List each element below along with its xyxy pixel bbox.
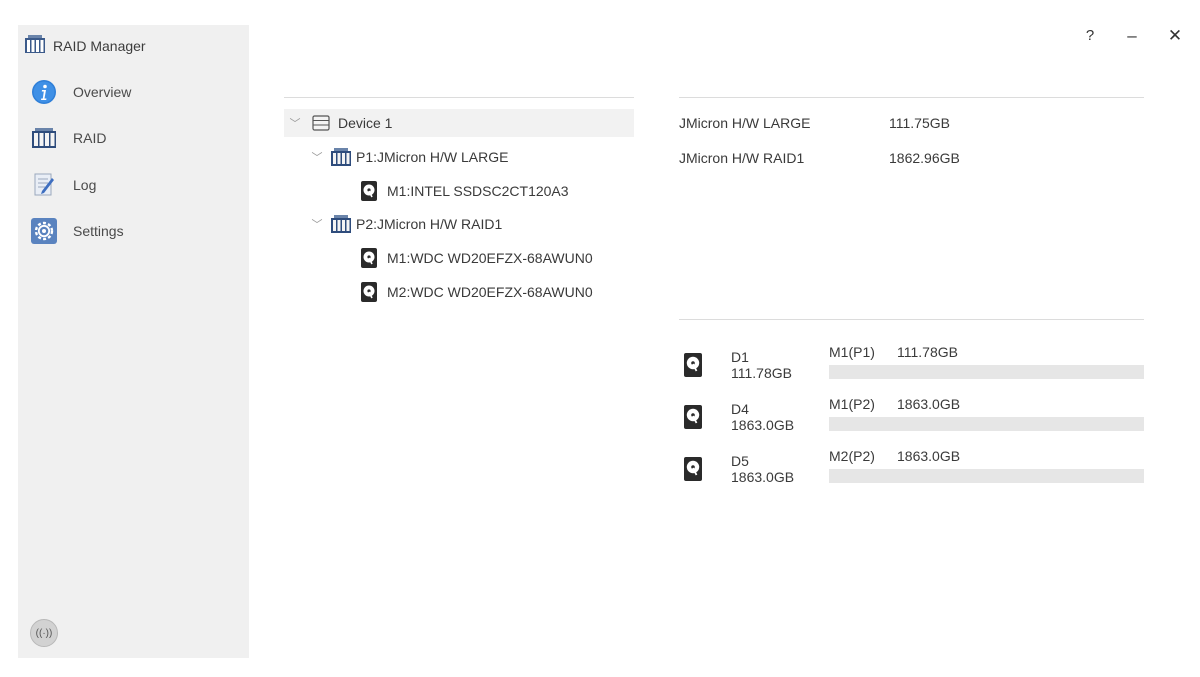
chevron-down-icon[interactable]: ﹀	[310, 217, 324, 231]
raid-icon	[24, 33, 46, 60]
device-tree: ﹀ Device 1 ﹀ P1:JMicron H/W LARGE M1:INT…	[284, 97, 634, 302]
disk-slot-size: 1863.0GB	[897, 396, 961, 412]
info-icon	[30, 78, 58, 106]
hdd-icon	[683, 352, 703, 383]
disk-usage-bar	[829, 469, 1144, 483]
raid-icon	[330, 147, 352, 167]
hdd-icon	[683, 404, 703, 435]
disk-usage-bar	[829, 365, 1144, 379]
disk-id: D5	[731, 453, 749, 469]
tree-item-label: P2:JMicron H/W RAID1	[356, 216, 503, 232]
disk-size: 111.78GB	[731, 365, 792, 381]
disk-list-panel: D1 111.78GB M1(P1) 111.78GB D4 1863.0GB M1…	[679, 319, 1144, 485]
hdd-icon	[683, 456, 703, 487]
tree-item-label: M1:WDC WD20EFZX-68AWUN0	[387, 250, 593, 266]
help-button[interactable]: ?	[1078, 25, 1102, 47]
sidebar-item-settings[interactable]: Settings	[30, 216, 124, 246]
disk-row: D4 1863.0GB M1(P2) 1863.0GB	[679, 394, 1144, 440]
raid-name: JMicron H/W RAID1	[679, 150, 805, 166]
disk-slot-size: 1863.0GB	[897, 448, 961, 464]
raid-name: JMicron H/W LARGE	[679, 115, 811, 131]
tree-item-pool[interactable]: ﹀ P2:JMicron H/W RAID1	[310, 210, 502, 238]
chevron-down-icon[interactable]: ﹀	[288, 116, 302, 130]
hdd-icon	[360, 180, 378, 202]
tree-item-label: Device 1	[338, 115, 393, 131]
disk-slot: M1(P1)	[829, 344, 875, 360]
disk-row: D5 1863.0GB M2(P2) 1863.0GB	[679, 446, 1144, 492]
disk-slot: M2(P2)	[829, 448, 875, 464]
disk-usage-bar	[829, 417, 1144, 431]
sidebar-item-label: Log	[73, 177, 97, 193]
sidebar-item-log[interactable]: Log	[30, 170, 96, 200]
minimize-button[interactable]: –	[1120, 25, 1144, 47]
disk-name: D4 1863.0GB	[731, 401, 794, 433]
raid-info-row: JMicron H/W LARGE 111.75GB	[679, 115, 950, 131]
disk-slot-size: 111.78GB	[897, 344, 958, 360]
hdd-icon	[360, 281, 378, 303]
chevron-down-icon[interactable]: ﹀	[310, 150, 324, 164]
tree-item-device[interactable]: ﹀ Device 1	[284, 109, 634, 137]
raid-capacity: 111.75GB	[889, 115, 950, 131]
raid-info-row: JMicron H/W RAID1 1862.96GB	[679, 150, 960, 166]
app-title: RAID Manager	[53, 38, 146, 54]
disk-row: D1 111.78GB M1(P1) 111.78GB	[679, 342, 1144, 388]
raid-icon	[330, 214, 352, 234]
log-icon	[30, 171, 58, 199]
window-controls: ? – ✕	[1062, 25, 1182, 47]
hdd-icon	[360, 247, 378, 269]
raid-icon	[30, 124, 58, 152]
raid-capacity: 1862.96GB	[889, 150, 960, 166]
sidebar: RAID Manager Overview RAID Log Settings …	[18, 25, 249, 658]
sidebar-item-overview[interactable]: Overview	[30, 77, 131, 107]
raid-manager-window: RAID Manager Overview RAID Log Settings …	[18, 25, 1182, 658]
disk-id: D1	[731, 349, 749, 365]
gear-icon	[30, 217, 58, 245]
sidebar-item-label: Overview	[73, 84, 132, 100]
disk-id: D4	[731, 401, 749, 417]
tree-item-pool[interactable]: ﹀ P1:JMicron H/W LARGE	[310, 143, 508, 171]
tree-item-member[interactable]: M1:WDC WD20EFZX-68AWUN0	[360, 244, 593, 272]
sidebar-item-raid[interactable]: RAID	[30, 123, 106, 153]
disk-size: 1863.0GB	[731, 469, 795, 485]
device-icon	[312, 115, 330, 131]
disk-name: D5 1863.0GB	[731, 453, 794, 485]
wireless-icon[interactable]: ((·))	[30, 619, 58, 647]
tree-item-label: P1:JMicron H/W LARGE	[356, 149, 509, 165]
close-button[interactable]: ✕	[1163, 25, 1187, 47]
disk-size: 1863.0GB	[731, 417, 795, 433]
sidebar-item-label: Settings	[73, 223, 124, 239]
app-title-bar: RAID Manager	[24, 33, 146, 60]
sidebar-item-label: RAID	[73, 130, 107, 146]
tree-item-member[interactable]: M2:WDC WD20EFZX-68AWUN0	[360, 278, 593, 306]
tree-item-label: M1:INTEL SSDSC2CT120A3	[387, 183, 569, 199]
disk-name: D1 111.78GB	[731, 349, 792, 381]
tree-item-member[interactable]: M1:INTEL SSDSC2CT120A3	[360, 177, 569, 205]
tree-item-label: M2:WDC WD20EFZX-68AWUN0	[387, 284, 593, 300]
disk-slot: M1(P2)	[829, 396, 875, 412]
raid-info-panel: JMicron H/W LARGE 111.75GB JMicron H/W R…	[679, 97, 1144, 166]
